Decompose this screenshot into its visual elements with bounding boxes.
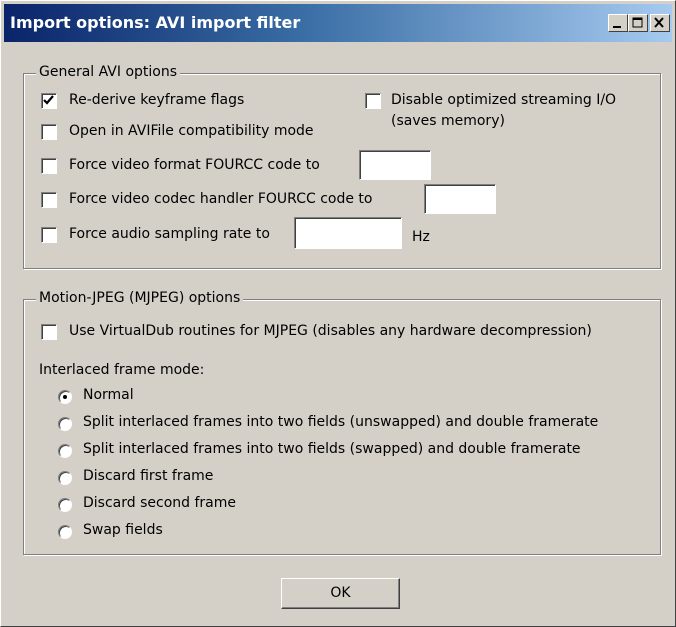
force-codec-handler-input[interactable] xyxy=(424,184,496,214)
radio-discard-second-label: Discard second frame xyxy=(83,495,236,511)
close-button[interactable] xyxy=(650,14,670,32)
use-vd-mjpeg-checkbox[interactable] xyxy=(41,324,57,340)
maximize-button[interactable] xyxy=(628,14,648,32)
radio-split-swapped-label: Split interlaced frames into two fields … xyxy=(83,441,581,457)
radio-dot-icon xyxy=(63,395,67,399)
general-avi-options-legend: General AVI options xyxy=(36,64,181,80)
hz-unit-label: Hz xyxy=(412,229,430,245)
disable-streaming-sublabel: (saves memory) xyxy=(391,113,505,129)
radio-normal[interactable] xyxy=(58,390,72,404)
force-video-format-checkbox[interactable] xyxy=(41,158,57,174)
interlace-mode-label: Interlaced frame mode: xyxy=(39,362,205,378)
ok-button[interactable]: OK xyxy=(281,578,400,609)
use-vd-mjpeg-label: Use VirtualDub routines for MJPEG (disab… xyxy=(69,323,592,339)
rederive-keyframe-checkbox[interactable] xyxy=(41,93,57,109)
window-title: Import options: AVI import filter xyxy=(10,13,301,32)
disable-streaming-label: Disable optimized streaming I/O xyxy=(391,92,617,108)
radio-normal-label: Normal xyxy=(83,387,134,403)
close-icon xyxy=(654,17,664,28)
radio-split-swapped[interactable] xyxy=(58,444,72,458)
avifile-compat-checkbox[interactable] xyxy=(41,124,57,140)
force-codec-handler-checkbox[interactable] xyxy=(41,192,57,208)
force-video-format-input[interactable] xyxy=(359,150,431,180)
force-audio-rate-checkbox[interactable] xyxy=(41,227,57,243)
radio-swap-fields-label: Swap fields xyxy=(83,522,163,538)
import-options-dialog: Import options: AVI import filter Genera… xyxy=(0,0,676,627)
force-audio-rate-input[interactable] xyxy=(294,217,402,249)
radio-discard-first-label: Discard first frame xyxy=(83,468,214,484)
title-bar[interactable]: Import options: AVI import filter xyxy=(4,4,672,42)
minimize-icon xyxy=(613,26,621,28)
mjpeg-options-legend: Motion-JPEG (MJPEG) options xyxy=(36,290,244,306)
radio-split-unswapped-label: Split interlaced frames into two fields … xyxy=(83,414,599,430)
minimize-button[interactable] xyxy=(608,14,628,32)
maximize-icon xyxy=(632,17,643,28)
radio-discard-second[interactable] xyxy=(58,498,72,512)
radio-swap-fields[interactable] xyxy=(58,525,72,539)
radio-split-unswapped[interactable] xyxy=(58,417,72,431)
disable-streaming-checkbox[interactable] xyxy=(365,93,381,109)
radio-discard-first[interactable] xyxy=(58,471,72,485)
force-codec-handler-label: Force video codec handler FOURCC code to xyxy=(69,191,373,207)
force-audio-rate-label: Force audio sampling rate to xyxy=(69,226,270,242)
checkmark-icon xyxy=(43,95,54,105)
rederive-keyframe-label: Re-derive keyframe flags xyxy=(69,92,245,108)
force-video-format-label: Force video format FOURCC code to xyxy=(69,157,320,173)
avifile-compat-label: Open in AVIFile compatibility mode xyxy=(69,123,314,139)
